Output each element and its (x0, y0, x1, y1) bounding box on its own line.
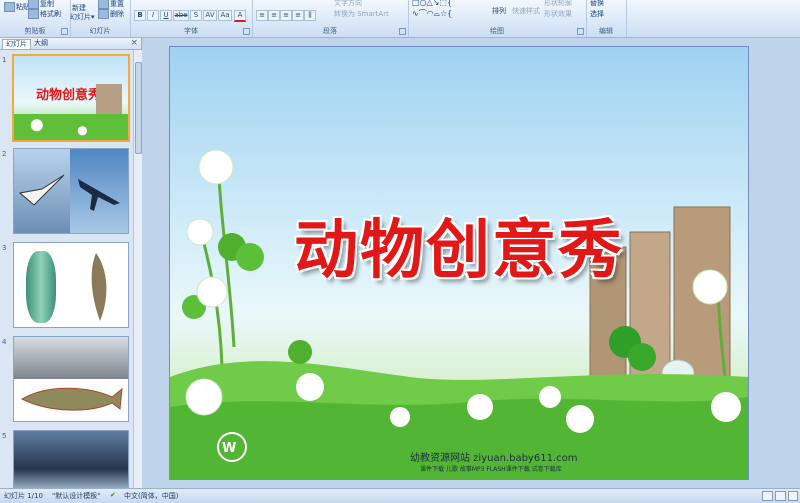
language-indicator[interactable]: 中文(简体，中国) (124, 491, 178, 501)
thumbnail-list: 1 动物创意秀 2 3 4 5 (0, 50, 133, 488)
paragraph-label: 段落 (323, 27, 337, 35)
copy-button[interactable]: 复制 (28, 0, 54, 9)
reset-button[interactable]: 重置 (98, 0, 124, 9)
footer-site-text: 幼教资源网站 ziyuan.baby611.com (410, 453, 578, 464)
fish-icon (20, 387, 123, 411)
bird-icon (18, 174, 65, 206)
airplane-icon (78, 179, 120, 211)
scrollbar-thumb[interactable] (135, 62, 142, 154)
shapes-gallery-row2[interactable]: ∿⌒◠⌓☆{ (412, 8, 452, 19)
char-spacing-button[interactable]: AV (203, 10, 217, 21)
font-launcher[interactable] (243, 28, 250, 35)
current-slide[interactable]: W 动物创意秀 幼教资源网站 ziyuan.baby611.com 课件下载 儿… (169, 46, 749, 480)
close-icon[interactable]: × (130, 38, 138, 48)
spellcheck-icon[interactable]: ✔ (110, 491, 116, 499)
shape-outline-button[interactable]: 形状轮廓 (544, 0, 572, 8)
slideshow-button[interactable] (788, 491, 798, 501)
align-left-icon[interactable]: ≡ (256, 10, 268, 21)
theme-name[interactable]: "默认设计模板" (52, 491, 100, 501)
drawing-group: □○△↘⬚{ ∿⌒◠⌓☆{ 排列 快速样式 形状轮廓 形状效果 绘图 (408, 0, 587, 37)
tab-outline[interactable]: 大纲 (31, 39, 51, 48)
drawing-label: 绘图 (490, 27, 504, 35)
align-right-icon[interactable]: ≡ (280, 10, 292, 21)
shapes-gallery[interactable]: □○△↘⬚{ (412, 0, 452, 7)
text-direction-button[interactable]: 文字方向 (334, 0, 362, 8)
fish-icon (91, 253, 107, 321)
boat-image (26, 251, 56, 323)
paste-icon (4, 2, 15, 12)
panel-scrollbar[interactable] (133, 50, 142, 488)
thumbnail-number: 2 (2, 150, 7, 158)
align-center-icon[interactable]: ≡ (268, 10, 280, 21)
slides-group: 新建 幻灯片▾ 重置 删除 幻灯片 (70, 0, 131, 37)
paste-button[interactable]: 粘贴 (4, 2, 30, 12)
columns-icon[interactable]: ⫼ (304, 10, 316, 21)
slide-title[interactable]: 动物创意秀 (170, 199, 748, 291)
footer-links-text: 课件下载 儿歌 故事MP3 FLASH课件下载 试卷下载库 (420, 466, 562, 473)
reset-icon (98, 0, 109, 9)
status-bar: 幻灯片 1/10 "默认设计模板" ✔ 中文(简体，中国) (0, 488, 800, 503)
ribbon: 粘贴 复制 格式刷 剪贴板 新建 幻灯片▾ 重置 删除 幻灯片 B I U ab… (0, 0, 800, 38)
justify-icon[interactable]: ≡ (292, 10, 304, 21)
copy-icon (28, 0, 39, 9)
thumbnail-number: 1 (2, 56, 7, 64)
logo-mark: W (222, 441, 236, 456)
thumbnail-number: 3 (2, 244, 7, 252)
tab-slides[interactable]: 幻灯片 (2, 39, 31, 49)
slide-thumbnail-1[interactable]: 动物创意秀 (12, 54, 130, 142)
clover-graphic (14, 114, 128, 140)
quick-styles-button[interactable]: 快速样式 (512, 6, 540, 16)
convert-smartart-button[interactable]: 转换为 SmartArt (334, 9, 389, 19)
paragraph-launcher[interactable] (399, 28, 406, 35)
clipboard-group: 粘贴 复制 格式刷 剪贴板 (0, 0, 71, 37)
slide-thumbnail-2[interactable] (13, 148, 129, 234)
font-color-button[interactable]: A (234, 10, 246, 22)
panel-tabs: 幻灯片 大纲 × (0, 38, 141, 50)
editing-group: 替换 选择 编辑 (586, 0, 627, 37)
thumbnail-number: 4 (2, 338, 7, 346)
roof-image (14, 337, 128, 379)
italic-button[interactable]: I (147, 10, 159, 21)
bold-button[interactable]: B (134, 10, 146, 21)
arrange-button[interactable]: 排列 (492, 6, 506, 16)
font-label: 字体 (184, 27, 198, 35)
slide-counter: 幻灯片 1/10 (4, 492, 43, 500)
slides-label: 幻灯片 (89, 27, 111, 35)
slide-thumbnail-3[interactable] (13, 242, 129, 328)
font-group: B I U abe S AV Aa A 字体 (130, 0, 253, 37)
delete-icon (98, 9, 109, 19)
clipboard-label: 剪贴板 (24, 27, 46, 35)
select-button[interactable]: 选择 (590, 9, 604, 19)
jet-image (70, 149, 128, 233)
strikethrough-button[interactable]: abe (173, 10, 189, 21)
normal-view-button[interactable] (762, 491, 773, 501)
underline-button[interactable]: U (160, 10, 172, 21)
change-case-button[interactable]: Aa (218, 10, 232, 21)
brush-icon (28, 9, 39, 19)
slide-sorter-button[interactable] (775, 491, 786, 501)
slide-panel: 幻灯片 大纲 × 1 动物创意秀 2 3 4 5 (0, 38, 142, 488)
thumbnail-number: 5 (2, 432, 7, 440)
format-painter-button[interactable]: 格式刷 (28, 9, 61, 19)
slide-editor: W 动物创意秀 幼教资源网站 ziyuan.baby611.com 课件下载 儿… (142, 38, 800, 488)
paragraph-group: ≡ ≡ ≡ ≡ ⫼ 文字方向 转换为 SmartArt 段落 (252, 0, 409, 37)
editing-label: 编辑 (599, 27, 613, 35)
slide-thumbnail-4[interactable] (13, 336, 129, 422)
drawing-launcher[interactable] (577, 28, 584, 35)
clipboard-launcher[interactable] (61, 28, 68, 35)
seagull-image (14, 149, 70, 233)
thumbnail-title: 动物创意秀 (36, 88, 102, 103)
shadow-button[interactable]: S (190, 10, 202, 21)
replace-button[interactable]: 替换 (590, 0, 604, 8)
delete-slide-button[interactable]: 删除 (98, 9, 124, 19)
shape-effects-button[interactable]: 形状效果 (544, 9, 572, 19)
slide-thumbnail-5[interactable] (13, 430, 129, 488)
new-slide-dropdown[interactable]: 幻灯片▾ (70, 12, 95, 22)
